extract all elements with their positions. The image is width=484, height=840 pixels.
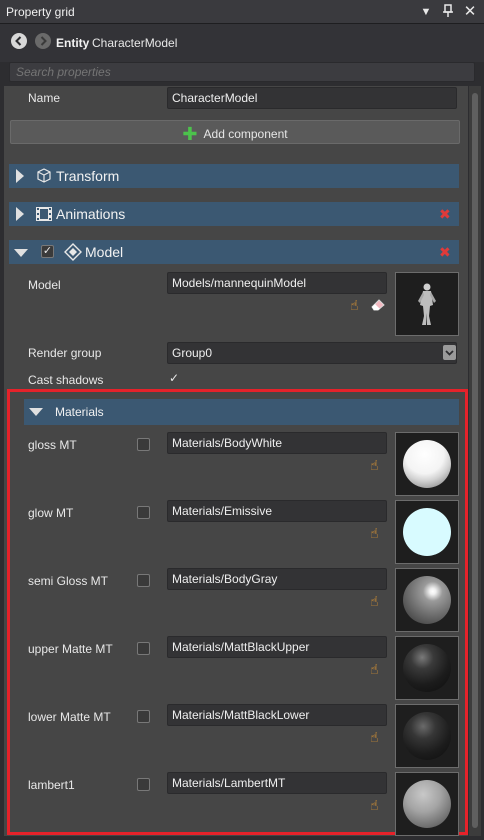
material-override-checkbox[interactable] (137, 506, 150, 519)
pin-icon[interactable] (440, 4, 456, 20)
arrow-right-icon (40, 36, 47, 46)
pick-hand-icon[interactable]: ☝ (370, 661, 379, 678)
plus-icon: ✚ (182, 124, 198, 144)
material-slot-label: glow MT (28, 506, 74, 520)
material-slot-label: gloss MT (28, 438, 77, 452)
material-preview[interactable] (395, 568, 459, 632)
material-slot-label: semi Gloss MT (28, 574, 109, 588)
chevron-down-icon[interactable] (443, 345, 456, 360)
model-label: Model (28, 278, 61, 292)
section-title: Transform (56, 168, 120, 184)
arrow-left-icon (15, 36, 22, 46)
material-preview[interactable] (395, 704, 459, 768)
entity-kind-label: Entity (56, 36, 90, 50)
material-override-checkbox[interactable] (137, 778, 150, 791)
material-slot-label: lower Matte MT (28, 710, 111, 724)
render-group-label: Render group (28, 346, 102, 360)
black-sphere-icon (403, 712, 451, 760)
name-field[interactable]: CharacterModel (167, 87, 457, 109)
expand-icon[interactable] (16, 169, 24, 183)
model-icon (64, 243, 82, 264)
material-preview[interactable] (395, 500, 459, 564)
model-thumbnail[interactable] (395, 272, 459, 336)
forward-button[interactable] (35, 33, 51, 49)
remove-component-icon[interactable]: ✖ (439, 244, 451, 261)
add-component-label: Add component (203, 127, 288, 141)
render-group-value: Group0 (172, 346, 213, 360)
pick-hand-icon[interactable]: ☝ (370, 729, 379, 746)
material-field[interactable]: Materials/Emissive (167, 500, 387, 522)
name-label: Name (28, 91, 61, 105)
scrollbar-thumb[interactable] (472, 93, 478, 828)
white-sphere-icon (403, 440, 451, 488)
section-title: Materials (55, 405, 104, 419)
dropdown-icon[interactable]: ▼ (418, 4, 434, 20)
section-title: Animations (56, 206, 126, 222)
material-field[interactable]: Materials/MattBlackUpper (167, 636, 387, 658)
cast-shadows-checkbox[interactable]: ✓ (169, 371, 179, 385)
pick-hand-icon[interactable]: ☝ (370, 457, 379, 474)
pick-hand-icon[interactable]: ☝ (370, 525, 379, 542)
section-animations[interactable]: Animations ✖ (9, 202, 459, 226)
material-override-checkbox[interactable] (137, 642, 150, 655)
material-slot-label: upper Matte MT (28, 642, 113, 656)
search-input[interactable] (9, 62, 475, 82)
collapse-icon[interactable] (14, 249, 28, 257)
pick-hand-icon[interactable]: ☝ (370, 593, 379, 610)
pick-hand-icon[interactable]: ☝ (370, 797, 379, 814)
cube-icon (35, 167, 53, 188)
material-override-checkbox[interactable] (137, 438, 150, 451)
model-field[interactable]: Models/mannequinModel (167, 272, 387, 294)
material-preview[interactable] (395, 432, 459, 496)
material-field[interactable]: Materials/BodyWhite (167, 432, 387, 454)
expand-icon[interactable] (16, 207, 24, 221)
black-sphere-icon (403, 644, 451, 692)
lambert-sphere-icon (403, 780, 451, 828)
material-slot-label: lambert1 (28, 778, 75, 792)
gray-sphere-icon (403, 576, 451, 624)
section-transform[interactable]: Transform (9, 164, 459, 188)
window-title: Property grid (6, 5, 75, 19)
material-preview[interactable] (395, 636, 459, 700)
section-title: Model (85, 244, 124, 260)
collapse-icon[interactable] (29, 408, 43, 416)
pick-hand-icon[interactable]: ☝ (350, 297, 359, 314)
cast-shadows-label: Cast shadows (28, 373, 104, 387)
title-bar: Property grid ▼ ✕ (0, 0, 484, 24)
add-component-button[interactable]: ✚ Add component (10, 120, 460, 144)
entity-name-label: CharacterModel (92, 36, 178, 50)
remove-component-icon[interactable]: ✖ (439, 206, 451, 223)
render-group-select[interactable]: Group0 (167, 342, 457, 364)
section-model[interactable]: ✓ Model ✖ (9, 240, 459, 264)
entity-header: Entity CharacterModel (0, 24, 484, 62)
film-icon (35, 206, 53, 225)
model-enabled-checkbox[interactable]: ✓ (41, 245, 54, 258)
eraser-icon[interactable] (370, 297, 386, 314)
section-materials[interactable]: Materials (24, 399, 459, 425)
material-field[interactable]: Materials/LambertMT (167, 772, 387, 794)
mannequin-icon (418, 283, 436, 325)
material-field[interactable]: Materials/MattBlackLower (167, 704, 387, 726)
material-override-checkbox[interactable] (137, 574, 150, 587)
back-button[interactable] (11, 33, 27, 49)
material-field[interactable]: Materials/BodyGray (167, 568, 387, 590)
material-preview[interactable] (395, 772, 459, 836)
close-icon[interactable]: ✕ (462, 4, 478, 20)
emissive-disc-icon (403, 508, 451, 556)
material-override-checkbox[interactable] (137, 710, 150, 723)
